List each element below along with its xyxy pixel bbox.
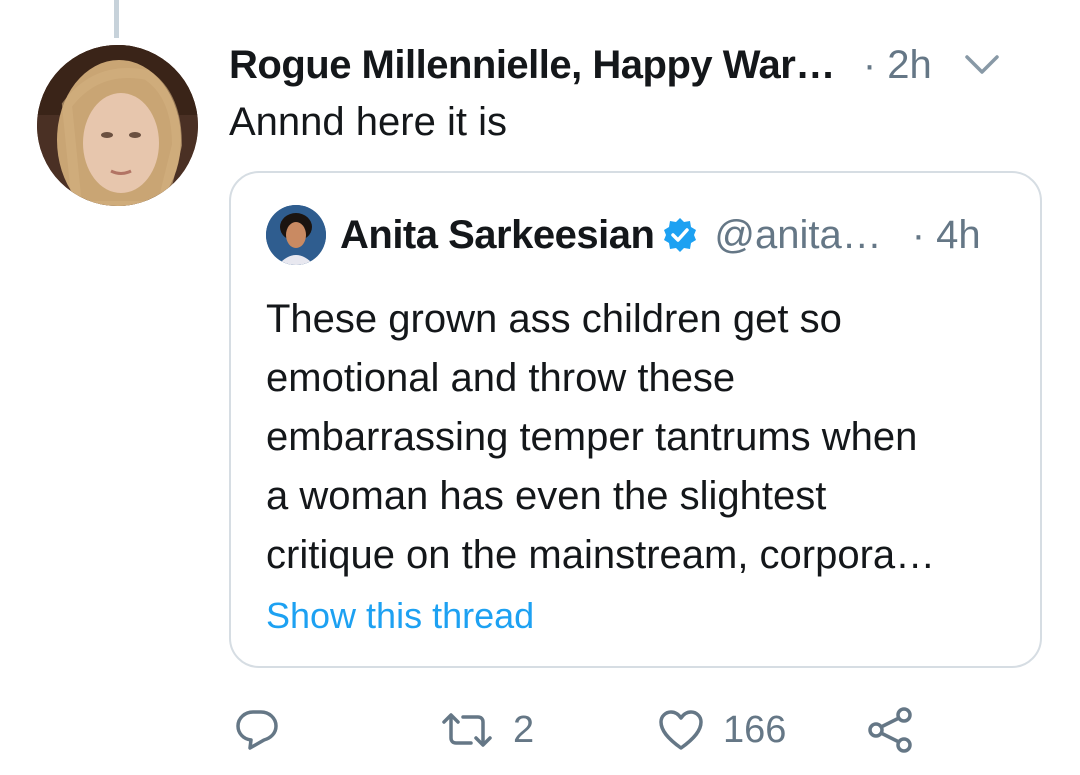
like-button[interactable]: 166 [657, 700, 786, 760]
retweet-icon [439, 710, 495, 750]
verified-badge-icon [662, 217, 698, 253]
author-name[interactable]: Rogue Millennielle, Happy War… [229, 43, 835, 88]
quoted-tweet-line: a woman has even the slightest [266, 474, 827, 518]
quoted-tweet-line: emotional and throw these [266, 356, 736, 400]
like-count: 166 [723, 708, 787, 751]
author-avatar[interactable] [37, 45, 198, 206]
tweet-text: Annnd here it is [229, 100, 507, 144]
tweet-actions-bar: 2 166 [229, 700, 1080, 760]
tweet-header: Rogue Millennielle, Happy War… · 2h [229, 40, 1050, 90]
quoted-tweet-header: Anita Sarkeesian @anita… · 4h [266, 205, 981, 265]
quoted-author-name: Anita Sarkeesian [340, 212, 655, 257]
thread-connector-line [114, 0, 119, 38]
quoted-tweet-line: embarrassing temper tantrums when [266, 415, 918, 459]
quoted-tweet-timestamp: · 4h [911, 212, 981, 257]
reply-button[interactable] [234, 700, 280, 760]
chevron-down-icon[interactable] [962, 50, 1002, 80]
retweet-button[interactable]: 2 [439, 700, 534, 760]
show-thread-link[interactable]: Show this thread [266, 595, 534, 637]
quoted-tweet-card[interactable]: Anita Sarkeesian @anita… · 4h These grow… [229, 171, 1042, 668]
tweet-timestamp[interactable]: · 2h [863, 43, 932, 88]
retweet-count: 2 [513, 708, 535, 751]
quoted-tweet-body: These grown ass children get so emotiona… [266, 290, 1026, 585]
quoted-author-handle: @anita… [714, 212, 882, 257]
quoted-tweet-line: These grown ass children get so [266, 297, 842, 341]
reply-icon [234, 708, 280, 752]
share-button[interactable] [866, 700, 914, 760]
quoted-author-avatar [266, 205, 326, 265]
heart-icon [657, 708, 705, 752]
share-icon [866, 706, 914, 754]
quoted-tweet-line: critique on the mainstream, corpora… [266, 533, 936, 577]
